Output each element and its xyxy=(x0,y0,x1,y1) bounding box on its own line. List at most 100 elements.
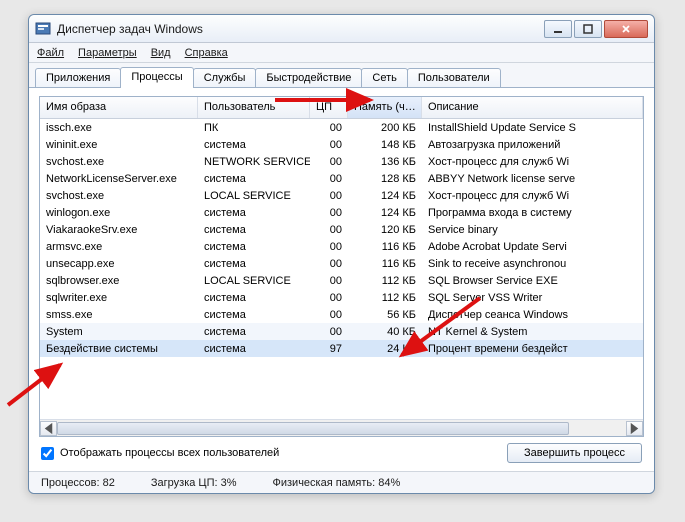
status-processes: Процессов: 82 xyxy=(41,477,115,489)
horizontal-scrollbar[interactable] xyxy=(40,419,643,436)
cell-user: LOCAL SERVICE xyxy=(198,189,310,203)
menu-help[interactable]: Справка xyxy=(185,47,228,59)
show-all-users-input[interactable] xyxy=(41,447,54,460)
cell-cpu: 00 xyxy=(310,274,348,288)
cell-desc: Программа входа в систему xyxy=(422,206,643,220)
col-memory[interactable]: Память (ч… xyxy=(348,97,422,118)
cell-cpu: 00 xyxy=(310,291,348,305)
table-row[interactable]: Бездействие системысистема9724 КБПроцент… xyxy=(40,340,643,357)
cell-image: Бездействие системы xyxy=(40,342,198,356)
cell-user: система xyxy=(198,308,310,322)
cell-desc: Хост-процесс для служб Wi xyxy=(422,155,643,169)
tab-performance[interactable]: Быстродействие xyxy=(255,68,362,88)
cell-image: ViakaraokeSrv.exe xyxy=(40,223,198,237)
cell-desc: InstallShield Update Service S xyxy=(422,121,643,135)
table-row[interactable]: sqlbrowser.exeLOCAL SERVICE00112 КБSQL B… xyxy=(40,272,643,289)
cell-cpu: 00 xyxy=(310,138,348,152)
tab-users[interactable]: Пользователи xyxy=(407,68,501,88)
table-row[interactable]: Systemсистема0040 КБNT Kernel & System xyxy=(40,323,643,340)
cell-mem: 120 КБ xyxy=(348,223,422,237)
table-row[interactable]: NetworkLicenseServer.exeсистема00128 КБA… xyxy=(40,170,643,187)
cell-mem: 124 КБ xyxy=(348,206,422,220)
tab-services[interactable]: Службы xyxy=(193,68,257,88)
menubar: Файл Параметры Вид Справка xyxy=(29,43,654,63)
cell-desc: Хост-процесс для служб Wi xyxy=(422,189,643,203)
scroll-thumb[interactable] xyxy=(57,422,569,435)
table-row[interactable]: wininit.exeсистема00148 КБАвтозагрузка п… xyxy=(40,136,643,153)
table-row[interactable]: sqlwriter.exeсистема00112 КБSQL Server V… xyxy=(40,289,643,306)
menu-view[interactable]: Вид xyxy=(151,47,171,59)
col-image-name[interactable]: Имя образа xyxy=(40,97,198,118)
table-row[interactable]: ViakaraokeSrv.exeсистема00120 КБService … xyxy=(40,221,643,238)
table-row[interactable]: issch.exeПК00200 КБInstallShield Update … xyxy=(40,119,643,136)
show-all-users-checkbox[interactable]: Отображать процессы всех пользователей xyxy=(41,447,279,460)
bottom-controls: Отображать процессы всех пользователей З… xyxy=(39,437,644,465)
col-user[interactable]: Пользователь xyxy=(198,97,310,118)
show-all-users-label: Отображать процессы всех пользователей xyxy=(60,447,279,459)
cell-user: система xyxy=(198,240,310,254)
cell-user: система xyxy=(198,206,310,220)
table-row[interactable]: svchost.exeNETWORK SERVICE00136 КБХост-п… xyxy=(40,153,643,170)
col-cpu[interactable]: ЦП xyxy=(310,97,348,118)
cell-user: система xyxy=(198,223,310,237)
cell-cpu: 00 xyxy=(310,155,348,169)
maximize-button[interactable] xyxy=(574,20,602,38)
menu-file[interactable]: Файл xyxy=(37,47,64,59)
table-row[interactable]: unsecapp.exeсистема00116 КБSink to recei… xyxy=(40,255,643,272)
cell-image: unsecapp.exe xyxy=(40,257,198,271)
table-row[interactable]: winlogon.exeсистема00124 КБПрограмма вхо… xyxy=(40,204,643,221)
cell-desc: ABBYY Network license serve xyxy=(422,172,643,186)
scroll-right-button[interactable] xyxy=(626,421,643,436)
cell-cpu: 00 xyxy=(310,223,348,237)
cell-user: система xyxy=(198,172,310,186)
titlebar[interactable]: Диспетчер задач Windows xyxy=(29,15,654,43)
menu-options[interactable]: Параметры xyxy=(78,47,137,59)
cell-cpu: 00 xyxy=(310,240,348,254)
cell-mem: 200 КБ xyxy=(348,121,422,135)
cell-cpu: 00 xyxy=(310,189,348,203)
cell-user: ПК xyxy=(198,121,310,135)
task-manager-window: Диспетчер задач Windows Файл Параметры В… xyxy=(28,14,655,494)
cell-mem: 112 КБ xyxy=(348,291,422,305)
column-headers: Имя образа Пользователь ЦП Память (ч… Оп… xyxy=(40,97,643,119)
table-row[interactable]: smss.exeсистема0056 КБДиспетчер сеанса W… xyxy=(40,306,643,323)
tab-network[interactable]: Сеть xyxy=(361,68,407,88)
cell-image: armsvc.exe xyxy=(40,240,198,254)
cell-desc: Service binary xyxy=(422,223,643,237)
cell-image: wininit.exe xyxy=(40,138,198,152)
cell-desc: Adobe Acrobat Update Servi xyxy=(422,240,643,254)
scroll-left-button[interactable] xyxy=(40,421,57,436)
cell-mem: 136 КБ xyxy=(348,155,422,169)
cell-cpu: 00 xyxy=(310,325,348,339)
cell-mem: 116 КБ xyxy=(348,240,422,254)
app-icon xyxy=(35,21,51,37)
table-row[interactable]: svchost.exeLOCAL SERVICE00124 КБХост-про… xyxy=(40,187,643,204)
process-list: Имя образа Пользователь ЦП Память (ч… Оп… xyxy=(39,96,644,437)
cell-image: System xyxy=(40,325,198,339)
cell-desc: Процент времени бездейст xyxy=(422,342,643,356)
cell-image: sqlwriter.exe xyxy=(40,291,198,305)
tab-processes[interactable]: Процессы xyxy=(120,67,193,88)
cell-mem: 40 КБ xyxy=(348,325,422,339)
tabstrip: Приложения Процессы Службы Быстродействи… xyxy=(29,63,654,87)
close-button[interactable] xyxy=(604,20,648,38)
cell-mem: 56 КБ xyxy=(348,308,422,322)
end-process-button[interactable]: Завершить процесс xyxy=(507,443,642,463)
col-description[interactable]: Описание xyxy=(422,97,643,118)
cell-image: issch.exe xyxy=(40,121,198,135)
cell-mem: 116 КБ xyxy=(348,257,422,271)
cell-image: smss.exe xyxy=(40,308,198,322)
cell-desc: SQL Server VSS Writer xyxy=(422,291,643,305)
content-area: Имя образа Пользователь ЦП Память (ч… Оп… xyxy=(29,87,654,471)
cell-mem: 24 КБ xyxy=(348,342,422,356)
tab-applications[interactable]: Приложения xyxy=(35,68,121,88)
minimize-button[interactable] xyxy=(544,20,572,38)
cell-mem: 124 КБ xyxy=(348,189,422,203)
cell-image: svchost.exe xyxy=(40,189,198,203)
table-row[interactable]: armsvc.exeсистема00116 КБAdobe Acrobat U… xyxy=(40,238,643,255)
cell-cpu: 00 xyxy=(310,121,348,135)
cell-cpu: 97 xyxy=(310,342,348,356)
cell-desc: NT Kernel & System xyxy=(422,325,643,339)
scroll-track[interactable] xyxy=(57,421,626,436)
cell-cpu: 00 xyxy=(310,308,348,322)
